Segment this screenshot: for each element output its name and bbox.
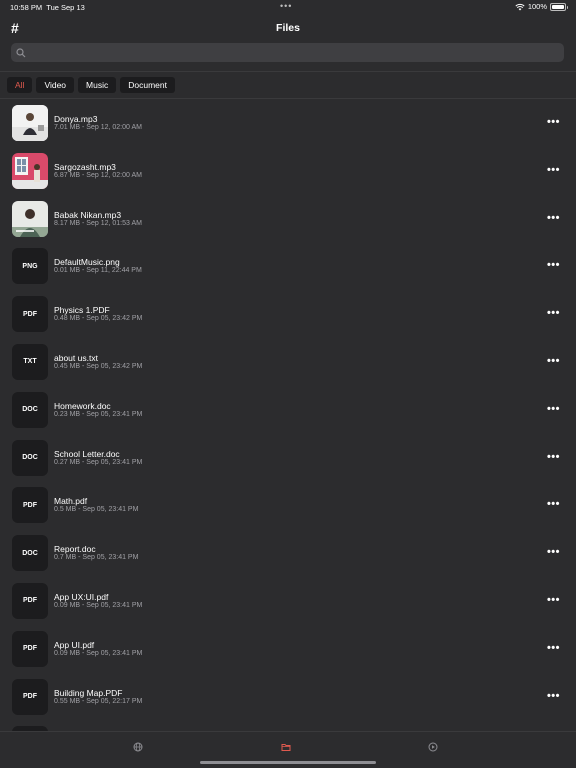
more-options-icon[interactable]: ••• <box>547 642 560 654</box>
file-meta: 0.09 MB - Sep 05, 23:41 PM <box>54 649 143 657</box>
more-options-icon[interactable]: ••• <box>547 451 560 463</box>
album-art-thumbnail <box>12 200 48 237</box>
more-options-icon[interactable]: ••• <box>547 212 560 224</box>
file-type-icon: DOC <box>12 391 48 428</box>
file-name: Building Map.PDF <box>54 687 123 698</box>
file-name: Donya.mp3 <box>54 114 98 124</box>
file-meta: 0.48 MB - Sep 05, 23:42 PM <box>54 315 143 323</box>
search-bar[interactable] <box>11 43 564 62</box>
album-art-thumbnail <box>12 105 48 141</box>
filter-chip-all[interactable]: All <box>7 77 33 93</box>
file-name: Homework.doc <box>54 400 111 411</box>
file-type-icon: DOC <box>12 535 48 572</box>
file-name: about us.txt <box>54 352 98 363</box>
file-type-icon: PDF <box>12 630 48 667</box>
time-text: 10:58 PM <box>10 3 43 12</box>
list-item[interactable]: TXT about us.txt 0.45 MB - Sep 05, 23:42… <box>0 338 576 386</box>
more-options-icon[interactable]: ••• <box>547 546 560 558</box>
file-name: Sargozasht.mp3 <box>54 161 116 172</box>
file-name: Babak Nikan.mp3 <box>54 209 122 220</box>
file-meta: 0.45 MB - Sep 05, 23:42 PM <box>54 362 143 370</box>
filter-chips: All Video Music Document <box>7 77 175 93</box>
home-indicator <box>200 761 376 764</box>
file-meta: 0.09 MB - Sep 05, 23:41 PM <box>54 601 143 609</box>
file-meta: 0.55 MB - Sep 05, 22:17 PM <box>54 697 143 705</box>
battery-icon <box>550 2 568 11</box>
file-meta: 6.87 MB - Sep 12, 02:00 AM <box>54 171 142 179</box>
list-item[interactable]: PDF App UX:UI.pdf 0.09 MB - Sep 05, 23:4… <box>0 577 576 625</box>
file-meta: 0.01 MB - Sep 11, 22:44 PM <box>54 267 142 275</box>
status-right: 100% <box>515 2 568 11</box>
globe-icon[interactable] <box>133 742 143 752</box>
list-item[interactable]: PDF Physics 1.PDF 0.48 MB - Sep 05, 23:4… <box>0 290 576 338</box>
more-options-icon[interactable]: ••• <box>547 116 560 128</box>
wifi-icon <box>515 3 525 10</box>
file-meta: 0.27 MB - Sep 05, 23:41 PM <box>54 458 143 466</box>
search-icon <box>16 47 26 57</box>
list-item[interactable]: DOC School Letter.doc 0.27 MB - Sep 05, … <box>0 434 576 482</box>
play-circle-icon[interactable] <box>428 742 438 752</box>
file-type-icon: PDF <box>12 582 48 619</box>
file-type-icon: TXT <box>12 343 48 380</box>
file-type-icon: PDF <box>12 678 48 715</box>
more-options-icon[interactable]: ••• <box>547 498 560 510</box>
list-item[interactable] <box>0 720 576 731</box>
list-item[interactable]: DOC Homework.doc 0.23 MB - Sep 05, 23:41… <box>0 386 576 434</box>
list-item[interactable]: Donya.mp3 7.01 MB - Sep 12, 02:00 AM ••• <box>0 99 576 147</box>
list-item[interactable]: Sargozasht.mp3 6.87 MB - Sep 12, 02:00 A… <box>0 147 576 195</box>
album-art-thumbnail <box>12 152 48 189</box>
list-item[interactable]: PDF Building Map.PDF 0.55 MB - Sep 05, 2… <box>0 673 576 721</box>
battery-percent: 100% <box>527 2 547 11</box>
more-options-icon[interactable]: ••• <box>547 594 560 606</box>
list-item[interactable]: PDF App UI.pdf 0.09 MB - Sep 05, 23:41 P… <box>0 625 576 673</box>
file-name: Math.pdf <box>54 496 88 507</box>
file-meta: 0.5 MB - Sep 05, 23:41 PM <box>54 506 139 514</box>
list-item[interactable]: PDF Math.pdf 0.5 MB - Sep 05, 23:41 PM •… <box>0 481 576 529</box>
more-options-icon[interactable]: ••• <box>547 164 560 176</box>
file-meta: 8.17 MB - Sep 12, 01:53 AM <box>54 219 142 227</box>
file-type-icon: PDF <box>12 487 48 524</box>
page-title: Files <box>276 22 300 34</box>
file-name: DefaultMusic.png <box>54 257 120 268</box>
status-time: 10:58 PM Tue Sep 13 <box>10 3 85 12</box>
file-type-icon: PNG <box>12 248 48 285</box>
list-item[interactable]: PNG DefaultMusic.png 0.01 MB - Sep 11, 2… <box>0 242 576 290</box>
file-name: App UX:UI.pdf <box>54 591 109 602</box>
file-name: Physics 1.PDF <box>54 305 110 316</box>
divider <box>0 71 576 72</box>
more-options-icon[interactable]: ••• <box>547 690 560 702</box>
list-item[interactable]: DOC Report.doc 0.7 MB - Sep 05, 23:41 PM… <box>0 529 576 577</box>
file-type-icon: DOC <box>12 439 48 476</box>
multitask-dots-icon[interactable]: ••• <box>280 1 292 11</box>
filter-chip-music[interactable]: Music <box>78 77 117 93</box>
status-bar: 10:58 PM Tue Sep 13 ••• 100% <box>0 0 576 14</box>
file-list: Donya.mp3 7.01 MB - Sep 12, 02:00 AM •••… <box>0 99 576 731</box>
more-options-icon[interactable]: ••• <box>547 307 560 319</box>
filter-chip-video[interactable]: Video <box>36 77 75 93</box>
file-meta: 7.01 MB - Sep 12, 02:00 AM <box>54 124 142 131</box>
more-options-icon[interactable]: ••• <box>547 355 560 367</box>
search-input[interactable] <box>29 48 564 57</box>
file-meta: 0.7 MB - Sep 05, 23:41 PM <box>54 554 139 562</box>
file-name: App UI.pdf <box>54 639 95 650</box>
more-options-icon[interactable]: ••• <box>547 259 560 271</box>
more-options-icon[interactable]: ••• <box>547 403 560 415</box>
date-text: Tue Sep 13 <box>46 3 85 12</box>
file-name: Report.doc <box>54 544 96 555</box>
file-meta: 0.23 MB - Sep 05, 23:41 PM <box>54 410 143 418</box>
filter-chip-document[interactable]: Document <box>120 77 175 93</box>
navigation-bar: # Files <box>0 14 576 42</box>
file-type-icon: PDF <box>12 296 48 333</box>
list-item[interactable]: Babak Nikan.mp3 8.17 MB - Sep 12, 01:53 … <box>0 195 576 243</box>
file-name: School Letter.doc <box>54 448 120 459</box>
folder-icon[interactable] <box>281 742 291 752</box>
